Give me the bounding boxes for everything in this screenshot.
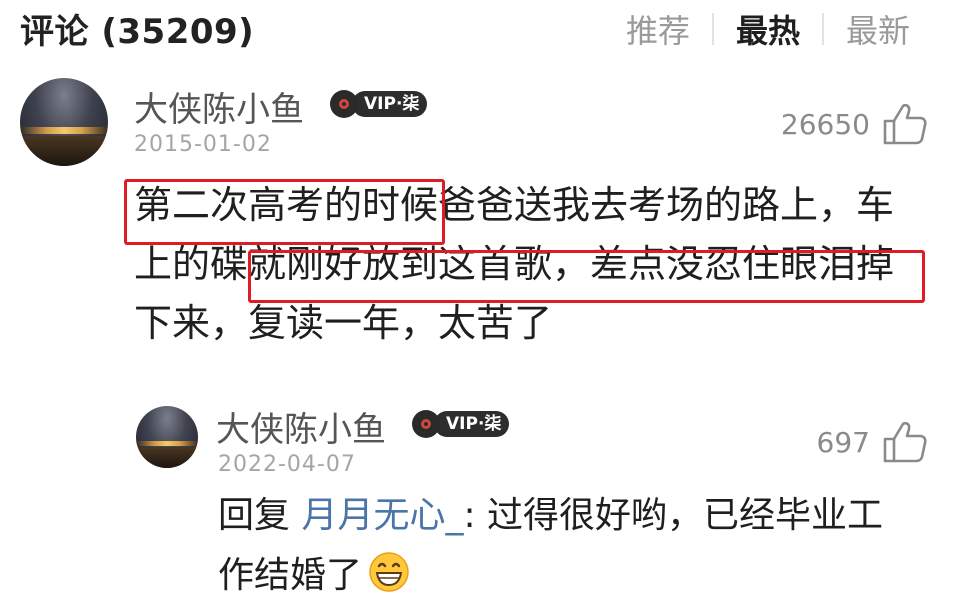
reply-text-segment: : 过得很好哟，已经毕业工	[463, 495, 884, 536]
vip-label: VIP·柒	[434, 411, 510, 437]
vinyl-record-icon	[330, 90, 358, 118]
vinyl-record-icon	[412, 410, 440, 438]
reply-date: 2022-04-07	[218, 452, 356, 477]
reply-text: 回复 月月无心_: 过得很好哟，已经毕业工 作结婚了	[218, 486, 938, 606]
reply-user-name[interactable]: 大侠陈小鱼	[216, 402, 386, 451]
tab-hottest[interactable]: 最热	[714, 6, 822, 52]
vip-badge[interactable]: VIP·柒	[412, 410, 510, 438]
like-button[interactable]: 26650	[781, 102, 928, 146]
vip-label: VIP·柒	[352, 91, 428, 117]
thumbs-up-icon	[882, 420, 928, 464]
tab-newest[interactable]: 最新	[824, 6, 932, 52]
reply-like-button[interactable]: 697	[817, 420, 928, 464]
reply-line: 作结婚了	[218, 546, 938, 606]
reply-line: 回复 月月无心_: 过得很好哟，已经毕业工	[218, 486, 938, 546]
comment-date: 2015-01-02	[134, 132, 272, 157]
comments-title: 评论 (35209)	[20, 12, 255, 52]
reply-prefix: 回复	[218, 495, 291, 536]
reply-text-segment: 作结婚了	[218, 555, 363, 596]
comment-text-segment: 下来，复读一年，太苦了	[134, 301, 553, 345]
tab-recommended[interactable]: 推荐	[604, 6, 712, 52]
comment-text-segment: 上的碟	[134, 242, 249, 286]
grinning-face-icon	[369, 552, 409, 592]
avatar[interactable]	[20, 78, 108, 166]
reply-like-count: 697	[816, 425, 870, 459]
comment-text-segment: 爸爸送我去考场的路上，车	[438, 183, 895, 227]
highlight-box	[124, 179, 445, 245]
thumbs-up-icon	[882, 102, 928, 146]
sort-tabs: 推荐 最热 最新	[604, 6, 932, 52]
like-count: 26650	[780, 107, 870, 141]
reply-avatar[interactable]	[136, 406, 198, 468]
vip-badge[interactable]: VIP·柒	[330, 90, 428, 118]
comment-user-name[interactable]: 大侠陈小鱼	[134, 82, 304, 131]
mention-link[interactable]: 月月无心_	[301, 495, 463, 536]
comments-header: 评论 (35209) 推荐 最热 最新	[0, 0, 960, 60]
highlight-box	[248, 250, 925, 303]
